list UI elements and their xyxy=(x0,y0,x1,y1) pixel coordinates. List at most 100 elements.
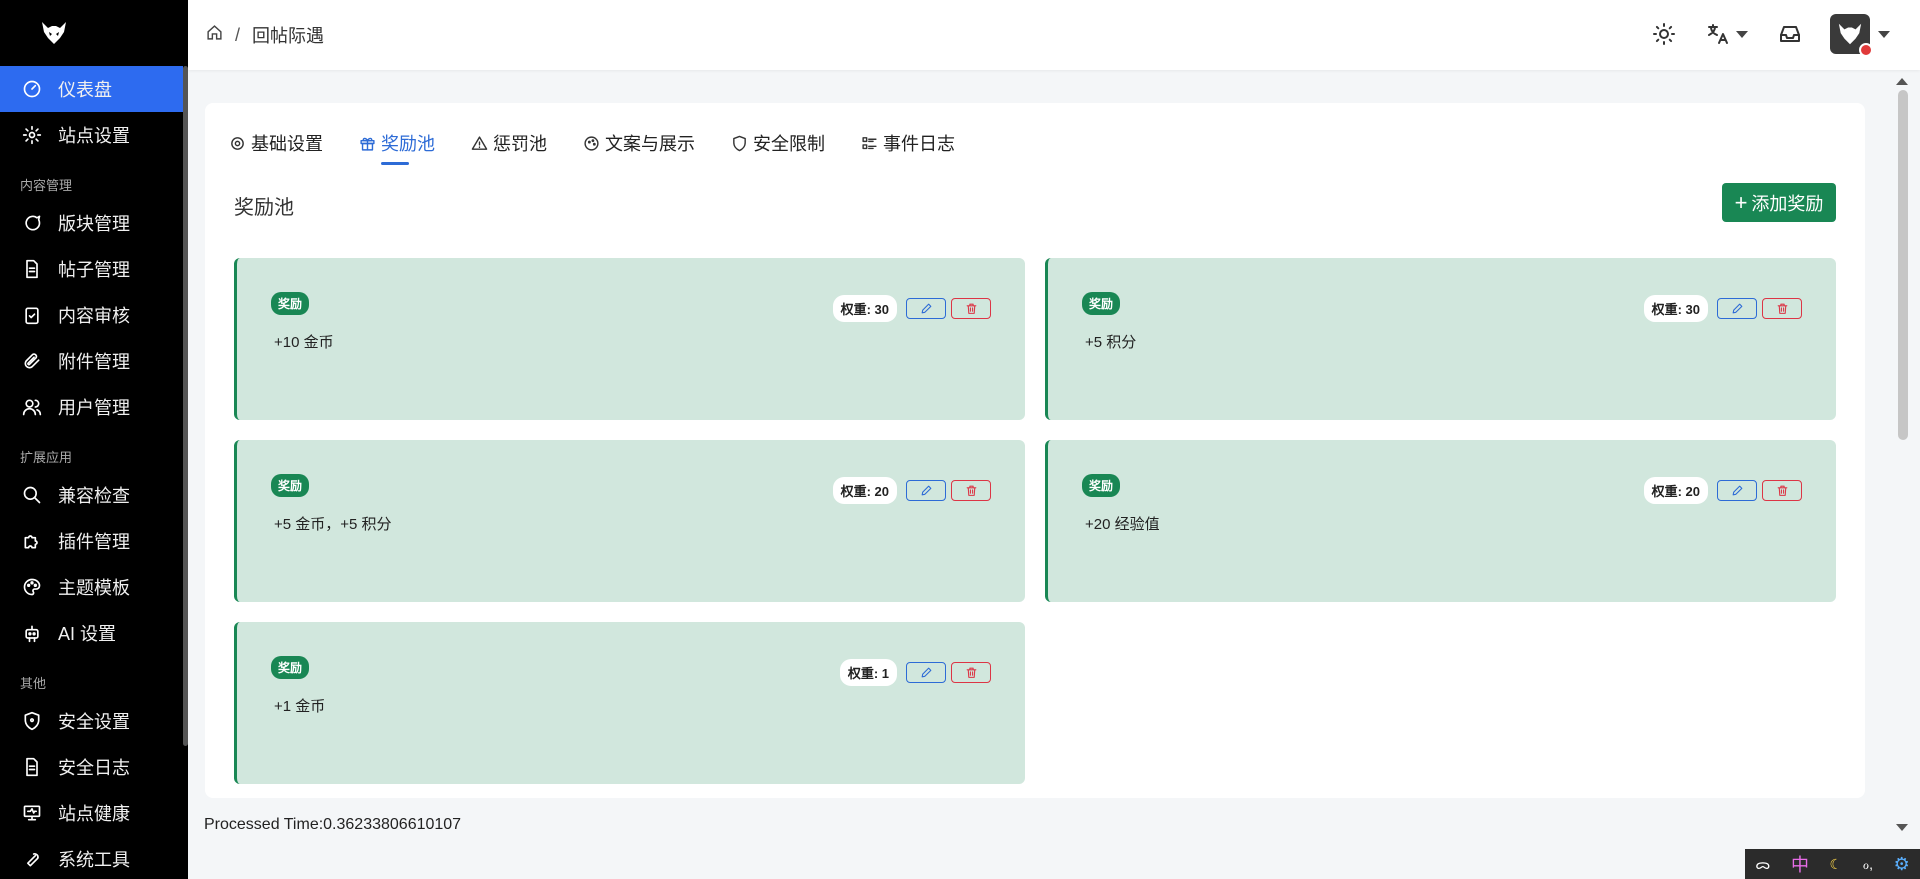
sidebar: 仪表盘 站点设置 内容管理 版块管理 帖子管理 内容审核 附件管理 用户管理 扩… xyxy=(0,0,188,879)
plus-icon: + xyxy=(1734,189,1748,215)
sidebar-item-attachments[interactable]: 附件管理 xyxy=(0,338,188,384)
users-icon xyxy=(22,397,42,417)
warning-icon xyxy=(471,135,488,152)
weight-badge: 权重: 30 xyxy=(1643,295,1708,322)
log-icon xyxy=(22,757,42,777)
edit-button[interactable] xyxy=(1717,298,1757,319)
trash-icon xyxy=(1777,485,1787,496)
sidebar-item-themes[interactable]: 主题模板 xyxy=(0,564,188,610)
pencil-icon xyxy=(921,667,931,678)
ime-chinese[interactable]: 中 xyxy=(1791,851,1809,877)
main-scrollbar[interactable] xyxy=(1898,90,1908,440)
top-header: / 回帖际遇 xyxy=(188,0,1920,70)
sidebar-item-compat[interactable]: 兼容检查 xyxy=(0,472,188,518)
pencil-icon xyxy=(921,485,931,496)
puzzle-icon xyxy=(22,531,42,551)
pencil-icon xyxy=(1732,303,1742,314)
scroll-down-arrow[interactable] xyxy=(1896,824,1908,831)
trash-icon xyxy=(966,667,976,678)
tab-event-log[interactable]: 事件日志 xyxy=(861,125,955,161)
tab-label: 基础设置 xyxy=(251,134,323,154)
home-icon[interactable] xyxy=(206,24,223,46)
sidebar-item-plugins[interactable]: 插件管理 xyxy=(0,518,188,564)
tab-label: 惩罚池 xyxy=(493,134,547,154)
edit-button[interactable] xyxy=(906,298,946,319)
document-icon xyxy=(22,259,42,279)
language-switch[interactable] xyxy=(1702,20,1752,48)
section-title: 奖励池 xyxy=(234,197,294,219)
sidebar-item-posts[interactable]: 帖子管理 xyxy=(0,246,188,292)
sidebar-scrollbar[interactable] xyxy=(183,66,188,746)
reward-card: 奖励 +1 金币 权重: 1 xyxy=(234,622,1025,784)
ime-mode[interactable]: ᯅ xyxy=(1755,855,1770,874)
reward-card: 奖励 +20 经验值 权重: 20 xyxy=(1045,440,1836,602)
trash-icon xyxy=(966,303,976,314)
tab-label: 安全限制 xyxy=(753,134,825,154)
reward-badge: 奖励 xyxy=(1082,474,1121,497)
sidebar-item-label: AI 设置 xyxy=(58,624,117,644)
sidebar-item-label: 站点设置 xyxy=(58,126,130,146)
reward-text: +5 金币，+5 积分 xyxy=(274,516,392,533)
tab-penalty-pool[interactable]: 惩罚池 xyxy=(471,125,547,161)
logo-icon xyxy=(42,22,66,44)
sidebar-item-security-log[interactable]: 安全日志 xyxy=(0,744,188,790)
delete-button[interactable] xyxy=(1762,298,1802,319)
sidebar-item-label: 附件管理 xyxy=(58,352,130,372)
reward-card: 奖励 +5 积分 权重: 30 xyxy=(1045,258,1836,420)
tab-copy-display[interactable]: 文案与展示 xyxy=(583,125,695,161)
edit-button[interactable] xyxy=(906,480,946,501)
weight-badge: 权重: 20 xyxy=(1643,477,1708,504)
delete-button[interactable] xyxy=(951,480,991,501)
inbox-icon[interactable] xyxy=(1776,20,1804,48)
sidebar-item-dashboard[interactable]: 仪表盘 xyxy=(0,66,183,112)
chat-bubble-icon xyxy=(22,213,42,233)
sidebar-item-ai[interactable]: AI 设置 xyxy=(0,610,188,656)
reward-actions: 权重: 30 xyxy=(1643,295,1802,322)
tab-reward-pool[interactable]: 奖励池 xyxy=(359,125,435,165)
theme-toggle-sun-icon[interactable] xyxy=(1650,20,1678,48)
avatar[interactable] xyxy=(1830,14,1873,57)
logo[interactable] xyxy=(0,0,188,66)
sidebar-item-security[interactable]: 安全设置 xyxy=(0,698,188,744)
gear-icon[interactable]: ⚙ xyxy=(1894,854,1910,875)
chevron-down-icon[interactable] xyxy=(1878,30,1890,38)
scroll-up-arrow[interactable] xyxy=(1896,78,1908,85)
edit-button[interactable] xyxy=(906,662,946,683)
status-dot xyxy=(1859,43,1873,57)
sidebar-item-site-settings[interactable]: 站点设置 xyxy=(0,112,188,158)
robot-icon xyxy=(22,623,42,643)
tab-security-limits[interactable]: 安全限制 xyxy=(731,125,825,161)
sidebar-item-label: 帖子管理 xyxy=(58,260,130,280)
sidebar-item-label: 仪表盘 xyxy=(58,80,112,100)
sidebar-item-boards[interactable]: 版块管理 xyxy=(0,200,188,246)
ime-punct[interactable]: ℴ, xyxy=(1863,856,1873,873)
shield-icon xyxy=(731,135,748,152)
tool-icon xyxy=(22,849,42,869)
tab-basic-settings[interactable]: 基础设置 xyxy=(229,125,323,161)
processed-time: Processed Time:0.36233806610107 xyxy=(204,816,462,833)
sidebar-item-label: 插件管理 xyxy=(58,532,130,552)
breadcrumb-separator: / xyxy=(235,24,241,45)
list-icon xyxy=(861,135,878,152)
delete-button[interactable] xyxy=(951,662,991,683)
sidebar-item-health[interactable]: 站点健康 xyxy=(0,790,188,836)
avatar-logo-icon xyxy=(1838,23,1862,45)
reward-text: +20 经验值 xyxy=(1085,516,1160,533)
delete-button[interactable] xyxy=(1762,480,1802,501)
sidebar-item-users[interactable]: 用户管理 xyxy=(0,384,188,430)
add-reward-button[interactable]: + 添加奖励 xyxy=(1722,183,1836,222)
palette-icon xyxy=(583,135,600,152)
edit-button[interactable] xyxy=(1717,480,1757,501)
delete-button[interactable] xyxy=(951,298,991,319)
sidebar-item-review[interactable]: 内容审核 xyxy=(0,292,188,338)
tab-label: 事件日志 xyxy=(883,134,955,154)
sidebar-item-tools[interactable]: 系统工具 xyxy=(0,836,188,879)
breadcrumb-current: 回帖际遇 xyxy=(252,26,325,46)
weight-badge: 权重: 20 xyxy=(832,477,897,504)
reward-card: 奖励 +5 金币，+5 积分 权重: 20 xyxy=(234,440,1025,602)
clipboard-check-icon xyxy=(22,305,42,325)
weight-badge: 权重: 1 xyxy=(839,659,897,686)
reward-actions: 权重: 20 xyxy=(832,477,991,504)
moon-icon[interactable]: ☾ xyxy=(1830,856,1843,873)
ime-toolbar: ᯅ 中 ☾ ℴ, ⚙ xyxy=(1745,849,1920,879)
